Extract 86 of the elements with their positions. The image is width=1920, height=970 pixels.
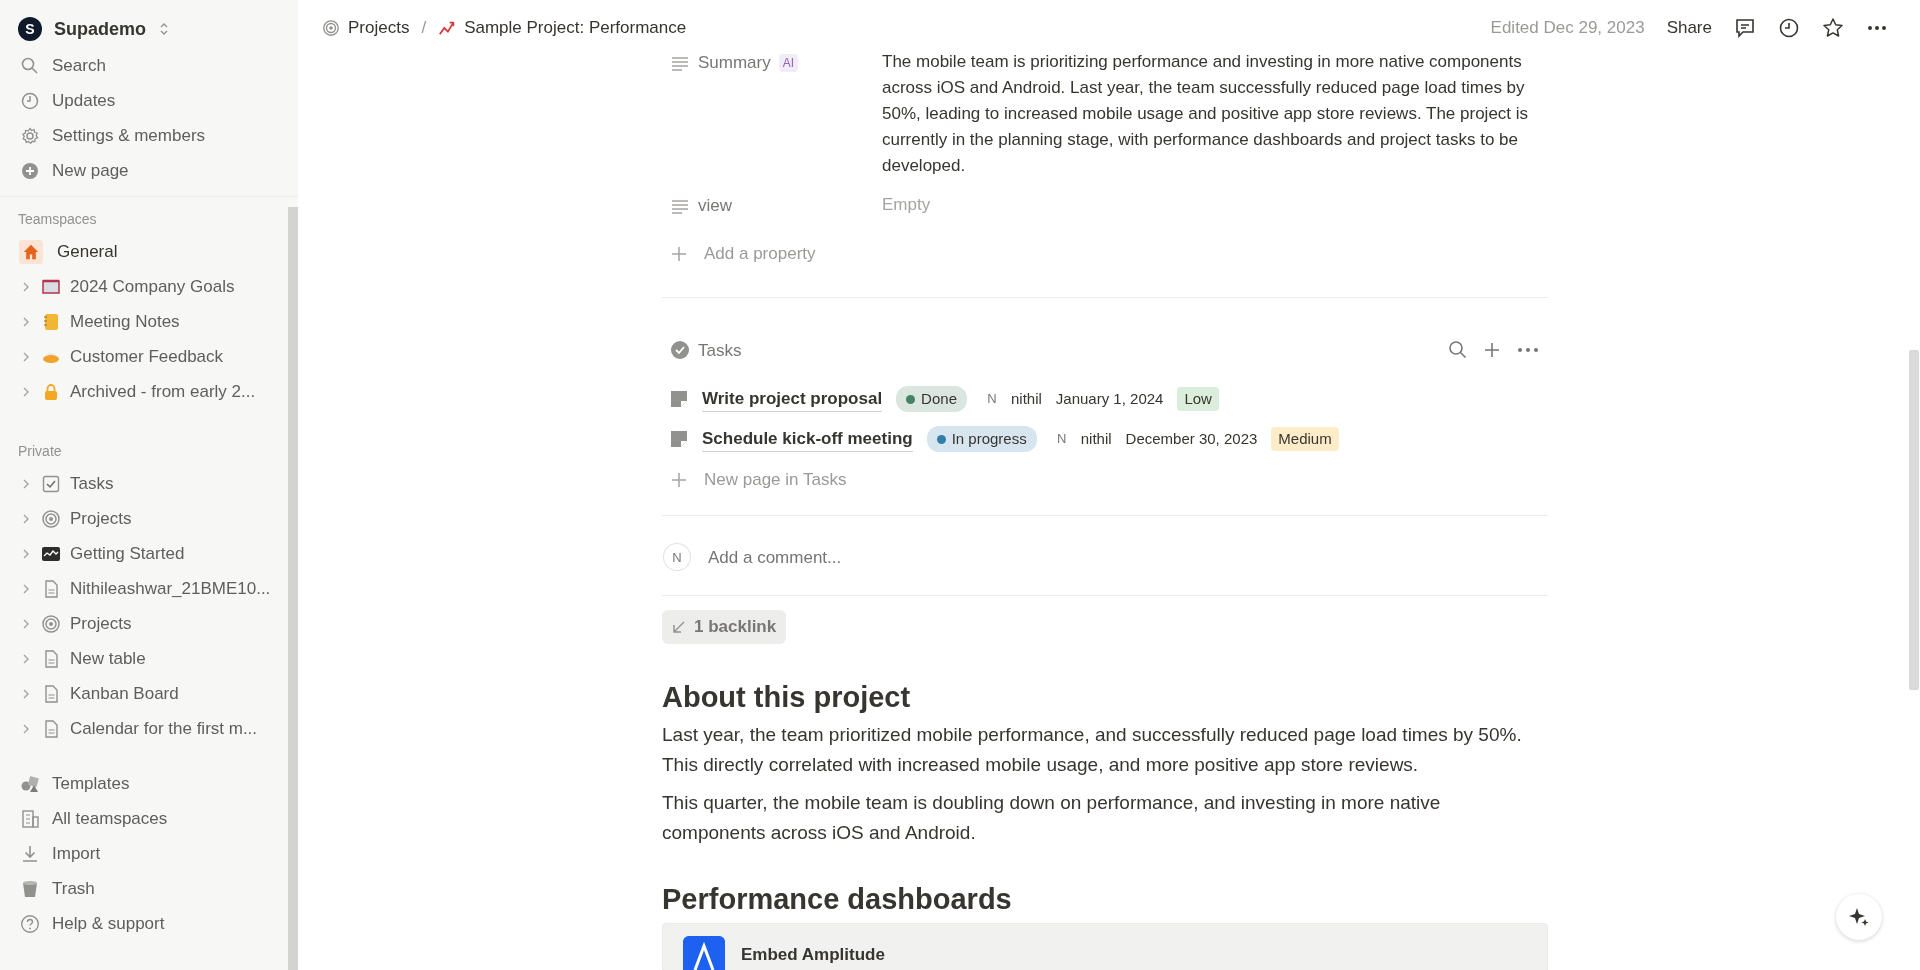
- task-link[interactable]: Write project proposal: [702, 385, 883, 413]
- plus-icon: [670, 244, 688, 263]
- search-icon[interactable]: [1448, 340, 1468, 361]
- history-icon[interactable]: [1778, 17, 1800, 39]
- comment-icon[interactable]: [1734, 17, 1756, 39]
- target-icon: [322, 19, 340, 37]
- backlink-button[interactable]: 1 backlink: [662, 610, 787, 644]
- sparkle-icon: [1848, 906, 1870, 928]
- page-icon: [670, 430, 688, 448]
- target-icon: [41, 508, 61, 529]
- sidebar-item[interactable]: Calendar for the first m...: [0, 711, 288, 746]
- scrollbar[interactable]: [288, 207, 298, 970]
- sidebar-item[interactable]: Kanban Board: [0, 676, 288, 711]
- plus-icon: [20, 160, 40, 181]
- workspace-switcher[interactable]: S Supademo: [0, 10, 298, 48]
- sidebar-item[interactable]: Meeting Notes: [0, 304, 288, 339]
- section-heading: About this project: [662, 679, 912, 715]
- status-tag: Done: [896, 385, 967, 413]
- trend-icon: [438, 19, 457, 37]
- checkbox-icon: [41, 473, 61, 494]
- sidebar-item[interactable]: Updates: [0, 83, 298, 118]
- avatar: N: [664, 544, 690, 571]
- paragraph: Last year, the team prioritized mobile performance, and successfully reduced page load times by 50%. This directly correlated with increased mobile usage, and more positive app store reviews.: [662, 723, 1523, 778]
- ai-badge: AI: [778, 53, 799, 72]
- database-title: Tasks: [698, 339, 742, 362]
- settings-icon: [20, 125, 40, 146]
- property-value[interactable]: The mobile team is prioritizing performance and investing in more native components across iOS and Android. Last year, the team successfully reduced page load times by 50%, leading to increased mobile usage and positive app store reviews. The project is currently in the planning stage, with performance dashboards and project tasks to be developed.: [882, 46, 1548, 179]
- sidebar-item[interactable]: General: [0, 234, 288, 269]
- sidebar-item[interactable]: Tasks: [0, 466, 288, 501]
- ai-assistant-button[interactable]: [1836, 894, 1882, 940]
- target-icon: [41, 613, 61, 634]
- check-circle-icon: [670, 340, 690, 361]
- sidebar-item[interactable]: 2024 Company Goals: [0, 269, 288, 304]
- status-tag: In progress: [926, 425, 1037, 453]
- breadcrumb-separator: /: [421, 17, 427, 40]
- priority-tag: Medium: [1271, 426, 1339, 452]
- assignee-name: nithil: [1010, 388, 1042, 409]
- priority-tag: Low: [1177, 386, 1219, 412]
- building-icon: [20, 808, 40, 829]
- section-heading: Performance dashboards: [662, 882, 1013, 918]
- help-icon: [20, 913, 40, 934]
- breadcrumb-link[interactable]: Sample Project: Performance: [438, 15, 687, 41]
- sidebar-item[interactable]: Help & support: [0, 906, 288, 941]
- sidebar-item[interactable]: Archived - from early 2...: [0, 374, 288, 409]
- shapes-icon: [20, 773, 40, 794]
- share-button[interactable]: Share: [1666, 15, 1712, 41]
- star-icon[interactable]: [1822, 17, 1844, 39]
- scrollbar[interactable]: [1909, 350, 1919, 690]
- property-name: Summary: [698, 52, 771, 74]
- amplitude-logo: [683, 936, 725, 970]
- sidebar-item[interactable]: Import: [0, 836, 288, 871]
- clock-icon: [20, 90, 40, 111]
- sidebar-item[interactable]: Projects: [0, 606, 288, 641]
- sidebar-item[interactable]: Trash: [0, 871, 288, 906]
- sidebar-item[interactable]: Projects: [0, 501, 288, 536]
- sidebar-item[interactable]: Customer Feedback: [0, 339, 288, 374]
- sidebar-item[interactable]: All teamspaces: [0, 801, 288, 836]
- chevron-icon: [158, 22, 170, 36]
- sidebar-item[interactable]: Getting Started: [0, 536, 288, 571]
- plus-icon: [670, 470, 688, 489]
- comment-field[interactable]: Add a comment...: [706, 543, 1548, 571]
- task-link[interactable]: Schedule kick-off meeting: [702, 425, 913, 453]
- sidebar-item[interactable]: Search: [0, 48, 298, 83]
- assignee-name: nithil: [1080, 428, 1112, 449]
- paragraph: This quarter, the mobile team is doubling down on performance, and investing in more native components across iOS and Android.: [662, 791, 1442, 846]
- section-heading: Private: [17, 442, 63, 461]
- embed-block[interactable]: Embed Amplitude: [662, 923, 1548, 970]
- arrow-icon: [672, 619, 686, 634]
- page-icon: [670, 390, 688, 408]
- search-icon: [20, 55, 40, 76]
- section-heading: Teamspaces: [17, 210, 98, 229]
- sidebar-item[interactable]: Templates: [0, 766, 288, 801]
- edited-date: Edited Dec 29, 2023: [1490, 17, 1645, 40]
- sidebar-item[interactable]: Nithileashwar_21BME10...: [0, 571, 288, 606]
- breadcrumb-link[interactable]: Projects: [322, 15, 410, 41]
- due-date: January 1, 2024: [1055, 388, 1164, 409]
- sidebar-item[interactable]: New page: [0, 153, 298, 188]
- property-name: view: [698, 195, 732, 217]
- download-icon: [20, 843, 40, 864]
- due-date: December 30, 2023: [1125, 428, 1258, 449]
- sidebar-item[interactable]: New table: [0, 641, 288, 676]
- house-icon: [19, 239, 43, 264]
- notebook-icon: [41, 311, 61, 332]
- trash-icon: [20, 878, 40, 899]
- workspace-logo: S: [18, 17, 42, 41]
- sidebar-item[interactable]: Settings & members: [0, 118, 298, 153]
